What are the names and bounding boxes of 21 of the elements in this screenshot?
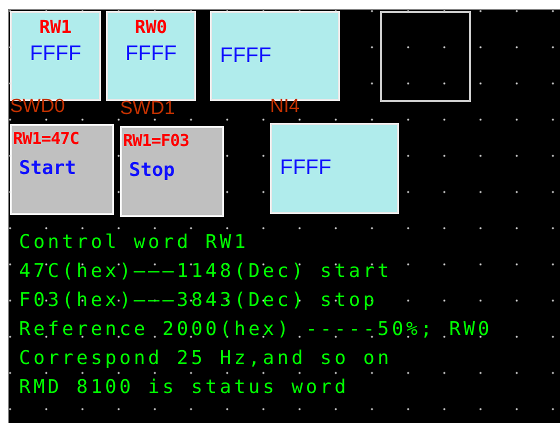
display-value: FFFF (280, 155, 332, 181)
numeric-display[interactable]: RW0 FFFF (106, 11, 196, 101)
note-text: Reference 2000(hex) -----50%; RW0 (19, 317, 492, 342)
button-caption: RW1=47C (13, 128, 80, 150)
note-text: 47C(hex)———1148(Dec) start (19, 259, 393, 284)
display-title: RW0 (134, 17, 168, 39)
display-value: FFFF (30, 41, 82, 67)
display-value: FFFF (125, 41, 177, 67)
note-text: Correspond 25 Hz,and so on (19, 346, 393, 371)
numeric-display[interactable]: FFFF (270, 123, 399, 214)
button-label: Start (18, 156, 78, 180)
switch-button[interactable]: RW1=F03 Stop (120, 126, 224, 217)
note-text: F03(hex)———3843(Dec) stop (19, 288, 378, 313)
note-text: Control word RW1 (19, 230, 250, 255)
button-label: Stop (128, 158, 176, 182)
display-title: RW1 (39, 17, 72, 39)
tag-label: SWD1 (120, 99, 175, 119)
display-value: FFFF (220, 43, 272, 69)
switch-button[interactable]: RW1=47C Start (10, 124, 114, 215)
button-caption: RW1=F03 (123, 130, 190, 152)
note-text: RMD 8100 is status word (19, 375, 350, 400)
